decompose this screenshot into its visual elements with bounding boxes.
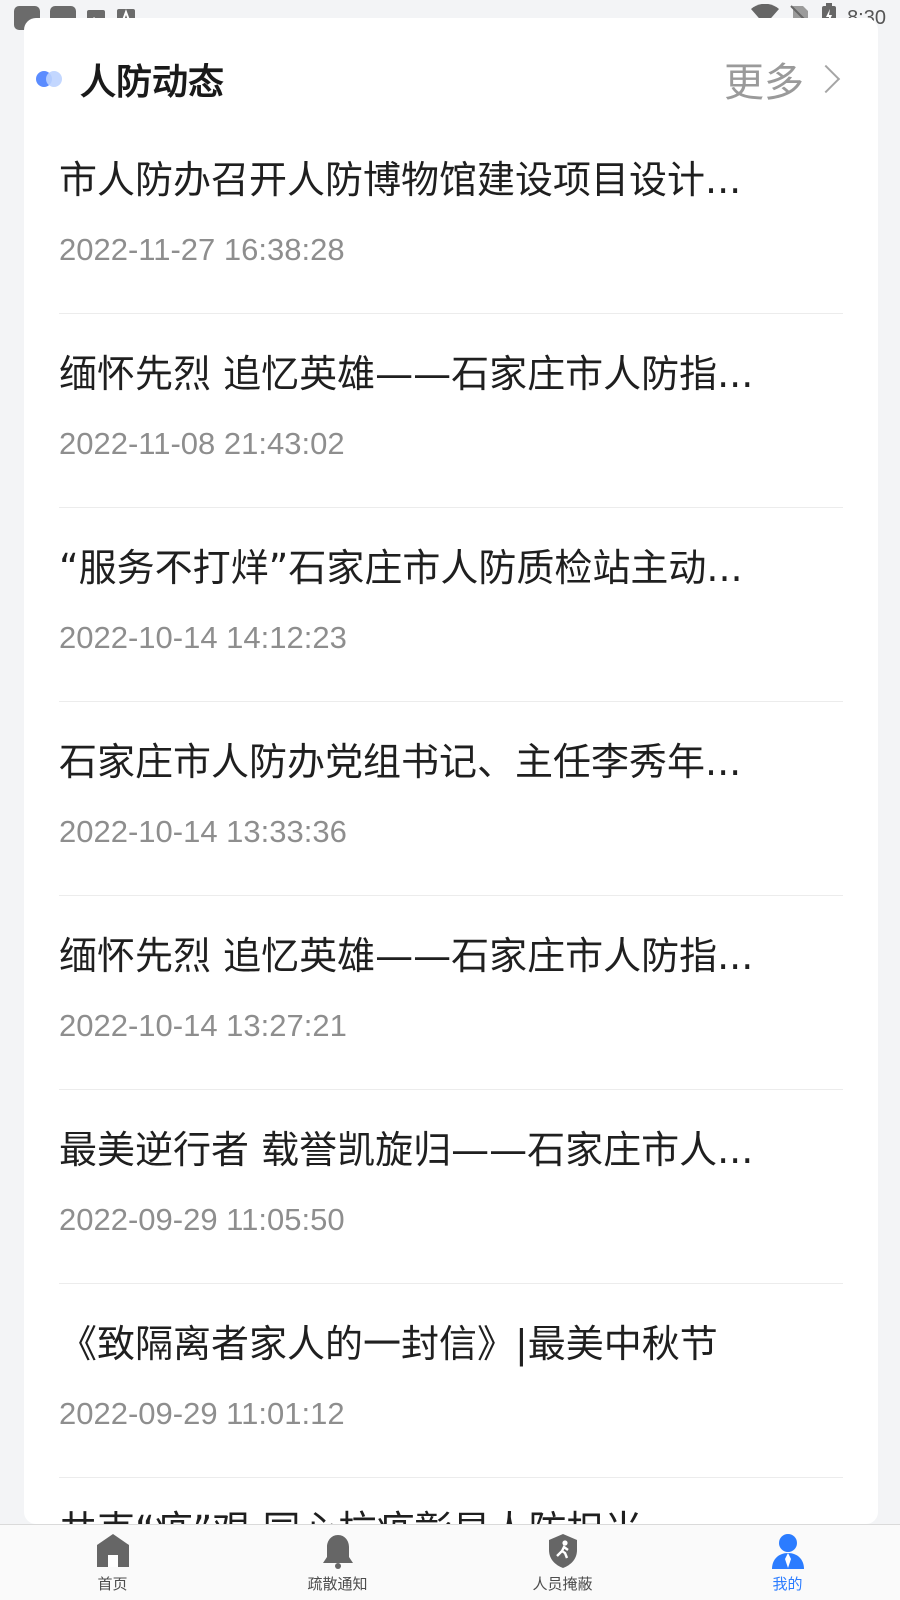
news-item[interactable]: “服务不打烊”石家庄市人防质检站主动... 2022-10-14 14:12:2… <box>59 508 843 702</box>
news-title: 市人防办召开人防博物馆建设项目设计... <box>59 158 742 202</box>
news-title: “服务不打烊”石家庄市人防质检站主动... <box>59 546 743 590</box>
section-header: 人防动态 更多 <box>36 44 841 114</box>
news-item[interactable]: 最美逆行者 载誉凯旋归——石家庄市人... 2022-09-29 11:05:5… <box>59 1090 843 1284</box>
news-title: 最美逆行者 载誉凯旋归——石家庄市人... <box>59 1128 754 1172</box>
news-title: 《致隔离者家人的一封信》|最美中秋节 <box>59 1322 718 1366</box>
chevron-right-icon <box>811 64 841 94</box>
nav-label: 首页 <box>97 1575 128 1593</box>
news-title: 缅怀先烈 追忆英雄——石家庄市人防指... <box>59 352 754 396</box>
nav-label: 人员掩蔽 <box>532 1575 593 1593</box>
news-item[interactable]: 缅怀先烈 追忆英雄——石家庄市人防指... 2022-11-08 21:43:0… <box>59 314 843 508</box>
news-item[interactable]: 市人防办召开人防博物馆建设项目设计... 2022-11-27 16:38:28 <box>59 120 843 314</box>
news-time: 2022-09-29 11:05:50 <box>59 1201 345 1237</box>
nav-shelter[interactable]: 人员掩蔽 <box>450 1525 675 1600</box>
news-item[interactable]: 缅怀先烈 追忆英雄——石家庄市人防指... 2022-10-14 13:27:2… <box>59 896 843 1090</box>
news-time: 2022-09-29 11:01:12 <box>59 1395 345 1431</box>
title-dots-icon <box>36 69 68 89</box>
more-label: 更多 <box>724 60 804 106</box>
nav-label: 我的 <box>772 1575 803 1593</box>
nav-mine[interactable]: 我的 <box>675 1525 900 1600</box>
nav-home[interactable]: 首页 <box>0 1525 225 1600</box>
nav-evacuation[interactable]: 疏散通知 <box>225 1525 450 1600</box>
bell-icon <box>318 1531 358 1571</box>
user-icon <box>768 1531 808 1571</box>
news-item[interactable]: 石家庄市人防办党组书记、主任李秀年... 2022-10-14 13:33:36 <box>59 702 843 896</box>
news-item[interactable]: 《致隔离者家人的一封信》|最美中秋节 2022-09-29 11:01:12 <box>59 1284 843 1478</box>
news-time: 2022-10-14 13:27:21 <box>59 1007 347 1043</box>
news-list: 市人防办召开人防博物馆建设项目设计... 2022-11-27 16:38:28… <box>59 120 843 1558</box>
news-time: 2022-11-27 16:38:28 <box>59 231 345 267</box>
home-icon <box>93 1531 133 1571</box>
news-time: 2022-10-14 13:33:36 <box>59 813 347 849</box>
news-time: 2022-10-14 14:12:23 <box>59 619 347 655</box>
news-time: 2022-11-08 21:43:02 <box>59 425 345 461</box>
more-button[interactable]: 更多 <box>724 50 841 108</box>
section-title: 人防动态 <box>80 62 225 103</box>
nav-label: 疏散通知 <box>307 1575 368 1593</box>
shelter-shield-icon <box>543 1531 583 1571</box>
news-title: 缅怀先烈 追忆英雄——石家庄市人防指... <box>59 934 754 978</box>
section-title-group: 人防动态 <box>36 53 224 105</box>
news-title: 石家庄市人防办党组书记、主任李秀年... <box>59 740 742 784</box>
bottom-navigation: 首页 疏散通知 人员掩蔽 我的 <box>0 1524 900 1600</box>
